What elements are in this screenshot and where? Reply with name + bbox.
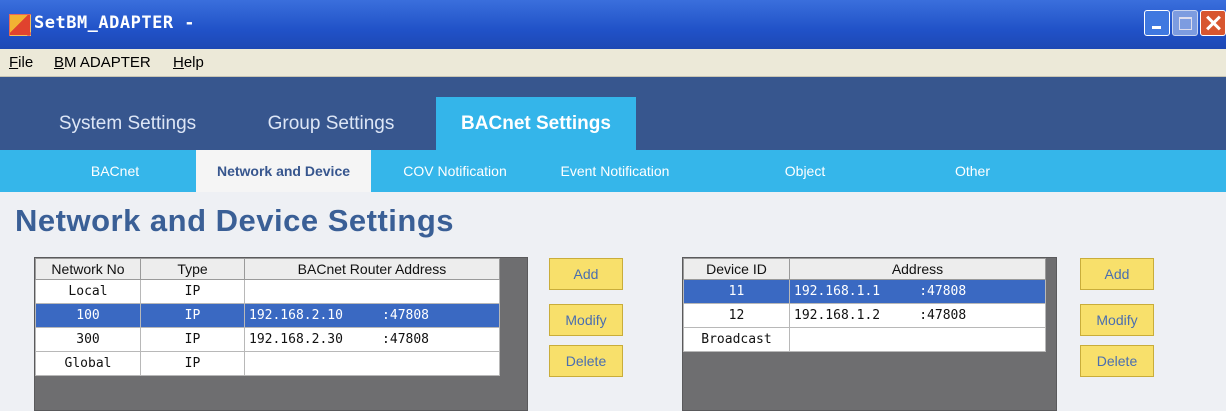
- table-row[interactable]: Local IP: [35, 279, 500, 304]
- sub-tab-bar: BACnet Network and Device COV Notificati…: [0, 150, 1226, 192]
- cell-network-no: Local: [35, 279, 141, 304]
- table-row[interactable]: 11 192.168.1.1 :47808: [683, 279, 1046, 304]
- minimize-button[interactable]: [1144, 10, 1170, 36]
- tab-bacnet-settings[interactable]: BACnet Settings: [436, 97, 636, 150]
- table-row[interactable]: 300 IP 192.168.2.30 :47808: [35, 327, 500, 352]
- network-delete-button[interactable]: Delete: [549, 345, 623, 377]
- main-tab-bar: System Settings Group Settings BACnet Se…: [0, 77, 1226, 150]
- cell-router-address: [244, 351, 500, 376]
- network-table-header: Network No Type BACnet Router Address: [35, 258, 500, 280]
- menu-help[interactable]: Help: [173, 54, 204, 71]
- menu-file[interactable]: File: [9, 54, 33, 71]
- cell-network-no: Global: [35, 351, 141, 376]
- device-table-panel: Device ID Address 11 192.168.1.1 :47808 …: [682, 257, 1057, 411]
- cell-network-no: 100: [35, 303, 141, 328]
- device-delete-button[interactable]: Delete: [1080, 345, 1154, 377]
- cell-router-address: [244, 279, 500, 304]
- cell-device-id: 12: [683, 303, 790, 328]
- cell-type: IP: [140, 279, 245, 304]
- cell-address: 192.168.1.2 :47808: [789, 303, 1046, 328]
- network-add-button[interactable]: Add: [549, 258, 623, 290]
- subtab-event-notification[interactable]: Event Notification: [530, 150, 700, 192]
- maximize-button[interactable]: [1172, 10, 1198, 36]
- device-table-header: Device ID Address: [683, 258, 1046, 280]
- network-modify-button[interactable]: Modify: [549, 304, 623, 336]
- network-table-panel: Network No Type BACnet Router Address Lo…: [34, 257, 528, 411]
- cell-network-no: 300: [35, 327, 141, 352]
- column-header-device-id[interactable]: Device ID: [683, 258, 790, 280]
- table-row[interactable]: Broadcast: [683, 327, 1046, 352]
- device-modify-button[interactable]: Modify: [1080, 304, 1154, 336]
- table-row[interactable]: 12 192.168.1.2 :47808: [683, 303, 1046, 328]
- device-add-button[interactable]: Add: [1080, 258, 1154, 290]
- window-title: SetBM_ADAPTER -: [34, 13, 196, 33]
- app-icon: [9, 14, 31, 36]
- menu-bm-adapter[interactable]: BM ADAPTER: [54, 54, 151, 71]
- column-header-router-address[interactable]: BACnet Router Address: [244, 258, 500, 280]
- column-header-address[interactable]: Address: [789, 258, 1046, 280]
- cell-router-address: 192.168.2.10 :47808: [244, 303, 500, 328]
- title-bar: SetBM_ADAPTER -: [0, 0, 1226, 49]
- network-table: Network No Type BACnet Router Address Lo…: [35, 258, 500, 376]
- subtab-bacnet[interactable]: BACnet: [60, 150, 170, 192]
- device-table: Device ID Address 11 192.168.1.1 :47808 …: [683, 258, 1046, 352]
- column-header-network-no[interactable]: Network No: [35, 258, 141, 280]
- close-button[interactable]: [1200, 10, 1226, 36]
- cell-type: IP: [140, 351, 245, 376]
- table-row[interactable]: Global IP: [35, 351, 500, 376]
- menu-bar: File BM ADAPTER Help: [0, 49, 1226, 77]
- cell-address: 192.168.1.1 :47808: [789, 279, 1046, 304]
- subtab-cov-notification[interactable]: COV Notification: [385, 150, 525, 192]
- cell-device-id: 11: [683, 279, 790, 304]
- table-row[interactable]: 100 IP 192.168.2.10 :47808: [35, 303, 500, 328]
- cell-type: IP: [140, 303, 245, 328]
- column-header-type[interactable]: Type: [140, 258, 245, 280]
- tab-system-settings[interactable]: System Settings: [40, 97, 215, 150]
- page-title: Network and Device Settings: [15, 203, 455, 238]
- subtab-object[interactable]: Object: [745, 150, 865, 192]
- tab-group-settings[interactable]: Group Settings: [246, 97, 416, 150]
- cell-type: IP: [140, 327, 245, 352]
- cell-device-id: Broadcast: [683, 327, 790, 352]
- cell-address: [789, 327, 1046, 352]
- cell-router-address: 192.168.2.30 :47808: [244, 327, 500, 352]
- subtab-network-and-device[interactable]: Network and Device: [196, 150, 371, 192]
- subtab-other[interactable]: Other: [915, 150, 1030, 192]
